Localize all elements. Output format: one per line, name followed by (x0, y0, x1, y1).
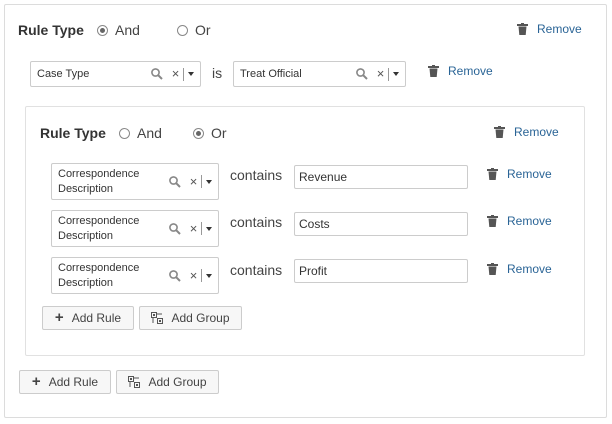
search-icon (169, 269, 181, 282)
outer-operator: is (212, 65, 223, 81)
inner-add-rule-label: Add Rule (71, 311, 122, 325)
clear-icon[interactable]: × (189, 222, 198, 235)
inner-radio-or-label: Or (211, 125, 227, 141)
separator (201, 269, 202, 282)
inner-add-group-label: Add Group (171, 311, 230, 325)
outer-remove-rule-button[interactable]: Remove (428, 64, 493, 78)
trash-icon (428, 65, 439, 77)
field-line-2: Description (58, 276, 114, 289)
outer-radio-and-button[interactable] (97, 24, 108, 36)
outer-radio-or[interactable]: Or (177, 22, 211, 38)
inner-rule-type-label: Rule Type (40, 125, 106, 141)
chevron-down-icon[interactable] (206, 226, 212, 231)
trash-icon (487, 215, 498, 227)
field-line-1: Correspondence (58, 167, 140, 180)
inner-rule-3-field-value: Correspondence Description (52, 261, 168, 291)
outer-value-select-text: Treat Official (240, 67, 302, 80)
trash-icon (487, 168, 498, 180)
field-line-1: Correspondence (58, 261, 140, 274)
search-icon (169, 175, 181, 188)
separator (183, 67, 184, 81)
inner-rule-3-value-input[interactable] (294, 259, 468, 283)
inner-remove-group-button[interactable]: Remove (494, 125, 559, 139)
inner-rule-3-operator: contains (230, 262, 283, 278)
inner-radio-or[interactable]: Or (193, 125, 227, 141)
separator (201, 175, 202, 188)
inner-radio-and-label: And (137, 125, 162, 141)
outer-value-select[interactable]: Treat Official × (233, 61, 406, 87)
group-icon (151, 312, 164, 324)
search-icon (151, 68, 163, 80)
clear-icon[interactable]: × (171, 67, 180, 80)
outer-remove-rule-label: Remove (448, 64, 493, 78)
inner-radio-and[interactable]: And (119, 125, 162, 141)
outer-add-rule-button[interactable]: + Add Rule (19, 370, 111, 394)
clear-icon[interactable]: × (376, 67, 385, 80)
field-line-1: Correspondence (58, 214, 140, 227)
inner-rule-1-remove-button[interactable]: Remove (487, 167, 552, 181)
chevron-down-icon[interactable] (393, 72, 399, 76)
trash-icon (487, 263, 498, 275)
inner-add-group-button[interactable]: Add Group (139, 306, 242, 330)
inner-rule-2-field-select[interactable]: Correspondence Description × (51, 210, 219, 247)
field-line-2: Description (58, 229, 114, 242)
outer-radio-or-button[interactable] (177, 24, 188, 36)
outer-radio-or-label: Or (195, 22, 211, 38)
inner-rule-1-value-input[interactable] (294, 165, 468, 189)
outer-add-group-button[interactable]: Add Group (116, 370, 219, 394)
outer-radio-and-label: And (115, 22, 140, 38)
inner-rule-3-field-select[interactable]: Correspondence Description × (51, 257, 219, 294)
separator (388, 67, 389, 81)
inner-rule-3-remove-label: Remove (507, 262, 552, 276)
search-icon (169, 222, 181, 235)
field-line-2: Description (58, 182, 114, 195)
trash-icon (494, 126, 505, 138)
separator (201, 222, 202, 235)
inner-radio-and-button[interactable] (119, 127, 130, 139)
outer-add-group-label: Add Group (148, 375, 207, 389)
inner-rule-1-field-select[interactable]: Correspondence Description × (51, 163, 219, 200)
inner-add-rule-button[interactable]: + Add Rule (42, 306, 134, 330)
outer-radio-and[interactable]: And (97, 22, 140, 38)
chevron-down-icon[interactable] (206, 273, 212, 278)
inner-radio-or-button[interactable] (193, 127, 204, 139)
inner-remove-label: Remove (514, 125, 559, 139)
inner-rule-3-remove-button[interactable]: Remove (487, 262, 552, 276)
outer-field-value: Case Type (37, 67, 90, 80)
clear-icon[interactable]: × (189, 175, 198, 188)
outer-add-rule-label: Add Rule (48, 375, 99, 389)
plus-icon: + (54, 309, 64, 326)
inner-rule-1-field-value: Correspondence Description (52, 167, 168, 197)
outer-remove-label: Remove (537, 22, 582, 36)
outer-remove-group-button[interactable]: Remove (517, 22, 582, 36)
trash-icon (517, 23, 528, 35)
inner-rule-2-operator: contains (230, 214, 283, 230)
inner-rule-2-remove-label: Remove (507, 214, 552, 228)
search-icon (356, 68, 368, 80)
inner-rule-2-field-value: Correspondence Description (52, 214, 168, 244)
inner-rule-2-remove-button[interactable]: Remove (487, 214, 552, 228)
group-icon (128, 376, 141, 388)
inner-rule-2-value-input[interactable] (294, 212, 468, 236)
clear-icon[interactable]: × (189, 269, 198, 282)
inner-rule-1-operator: contains (230, 167, 283, 183)
inner-rule-1-remove-label: Remove (507, 167, 552, 181)
outer-rule-type-label: Rule Type (18, 22, 84, 38)
outer-field-select[interactable]: Case Type × (30, 61, 201, 87)
chevron-down-icon[interactable] (206, 179, 212, 184)
chevron-down-icon[interactable] (188, 72, 194, 76)
plus-icon: + (31, 373, 41, 390)
